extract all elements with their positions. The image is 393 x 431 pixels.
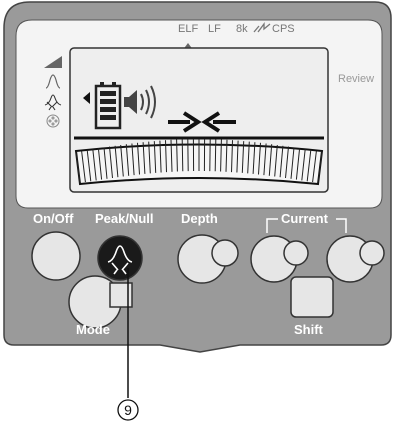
mode-cps-label: CPS: [272, 23, 295, 35]
review-label: Review: [338, 73, 374, 85]
mode-label: Mode: [76, 322, 110, 337]
bargraph-segment: [182, 139, 183, 171]
peaknull-button[interactable]: [98, 236, 142, 280]
onoff-button[interactable]: [32, 232, 80, 280]
mode-elf-label: ELF: [178, 23, 198, 35]
peaknull-label: Peak/Null: [95, 211, 154, 226]
onoff-label: On/Off: [33, 211, 74, 226]
shift-label: Shift: [294, 322, 324, 337]
bargraph-segment: [215, 139, 216, 171]
depth-label: Depth: [181, 211, 218, 226]
current-label: Current: [281, 211, 329, 226]
locator-panel: ELF LF 8k CPS Review: [0, 0, 393, 426]
mode-lf-label: LF: [208, 23, 221, 35]
mode-8k-label: 8k: [236, 23, 248, 35]
shift-button[interactable]: [291, 277, 333, 317]
callout-number: 9: [124, 402, 132, 418]
